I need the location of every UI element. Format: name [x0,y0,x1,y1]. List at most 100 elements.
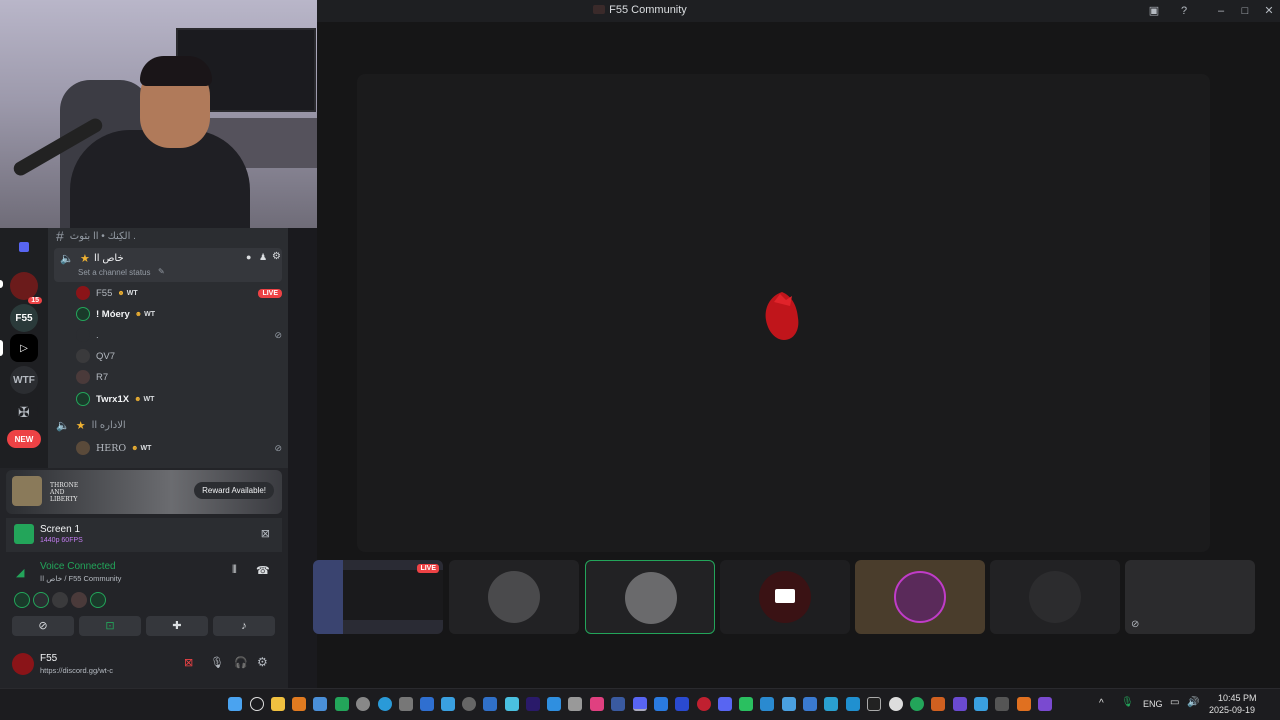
search-icon[interactable] [250,697,264,711]
app-icon[interactable] [654,697,668,711]
microphone-icon[interactable]: 🎙 [210,656,224,669]
voice-location[interactable]: خاص اا / F55 Community [40,574,121,583]
soundboard-button[interactable]: ♪ [213,616,275,636]
app-icon[interactable] [953,697,967,711]
app-icon[interactable] [356,697,370,711]
tray-mic-icon[interactable]: 🎙 [1121,697,1134,708]
disconnect-icon[interactable]: ☎ [256,564,270,577]
app-icon[interactable] [547,697,561,711]
reward-button[interactable]: Reward Available! [194,482,274,499]
voice-user[interactable]: QV7 [76,346,282,366]
close-button[interactable]: ✕ [1261,3,1277,19]
participant-tile-muted[interactable]: ⊘ [1125,560,1255,634]
app-icon[interactable] [462,697,476,711]
settings-icon[interactable]: ⚙ [272,251,281,262]
minimize-button[interactable]: – [1213,3,1229,19]
app-icon[interactable] [760,697,774,711]
start-icon[interactable] [228,697,242,711]
server-icon-f55[interactable]: F55 [10,304,38,332]
user-settings-icon[interactable]: ⚙ [257,655,268,669]
help-icon[interactable]: ? [1176,3,1192,19]
crest-server-icon[interactable]: ✠ [10,398,38,426]
app-icon[interactable] [974,697,988,711]
app-icon[interactable] [1017,697,1031,711]
camera-off-button[interactable]: ⊘ [12,616,74,636]
app-icon[interactable] [590,697,604,711]
app-icon[interactable] [782,697,796,711]
voice-user[interactable]: HERO WT ⊘ [76,438,282,458]
app-icon[interactable] [931,697,945,711]
muted-stream-icon[interactable]: ⊠ [184,656,193,669]
app-icon[interactable] [718,697,732,711]
app-icon[interactable] [399,697,413,711]
participant-tile-video[interactable] [720,560,850,634]
participant-tile[interactable] [990,560,1120,634]
voice-channel-active[interactable]: 🔈 ★ خاص اا Set a channel status ✎ ● ♟ ⚙ [54,248,282,282]
app-icon[interactable] [441,697,455,711]
channel-status[interactable]: Set a channel status [78,268,151,277]
participant-avatar[interactable] [90,592,106,608]
activity-button[interactable]: ✚ [146,616,208,636]
tray-chevron-icon[interactable]: ^ [1099,698,1104,709]
voice-user[interactable]: . ⊘ [76,325,282,345]
app-icon[interactable] [505,697,519,711]
app-icon[interactable] [335,697,349,711]
voice-user[interactable]: Twrx1X WT [76,389,282,409]
app-icon[interactable] [568,697,582,711]
stream-thumbnail-screen[interactable]: LIVE [313,560,443,634]
voice-user[interactable]: ! Móery WT [76,304,282,324]
text-channel[interactable]: # الكِنك • اا بثوث . [56,226,282,246]
participant-avatar[interactable] [33,592,49,608]
participant-tile[interactable] [855,560,985,634]
voice-status[interactable]: Voice Connected [40,561,116,572]
discord-icon[interactable] [633,697,647,711]
chat-icon[interactable]: ● [246,252,251,262]
app-icon[interactable] [292,697,306,711]
invite-icon[interactable]: ♟ [259,252,267,263]
app-icon[interactable] [867,697,881,711]
noise-suppression-icon[interactable]: ⦀ [232,564,237,577]
app-icon[interactable] [824,697,838,711]
network-icon[interactable]: ▭ [1170,697,1179,708]
inbox-icon[interactable]: ▣ [1146,3,1162,19]
server-wtf[interactable]: WTF [10,366,38,394]
participant-avatar[interactable] [14,592,30,608]
clock-date[interactable]: 2025-09-19 [1209,705,1255,715]
participant-tile[interactable] [449,560,579,634]
app-icon[interactable] [697,697,711,711]
voice-user[interactable]: F55 WT LIVE [76,283,282,303]
stop-stream-icon[interactable]: ⊠ [261,527,270,540]
participant-avatar[interactable] [71,592,87,608]
app-icon[interactable] [995,697,1009,711]
file-explorer-icon[interactable] [271,697,285,711]
share-screen-button[interactable]: ⊡ [79,616,141,636]
headphones-icon[interactable]: 🎧 [234,656,248,669]
app-icon[interactable] [803,697,817,711]
server-icon[interactable]: 15 [10,272,42,304]
maximize-button[interactable]: □ [1237,3,1253,19]
voice-channel[interactable]: 🔈 ★ الاداره اا [56,415,282,435]
premiere-icon[interactable] [526,697,540,711]
clock-time[interactable]: 10:45 PM [1218,693,1257,703]
promo-banner[interactable]: THRONE AND LIBERTY Reward Available! [6,470,282,514]
user-name[interactable]: F55 [40,653,57,664]
screen-share-card[interactable]: Screen 1 1440p 60FPS ⊠ [6,518,282,552]
edit-icon[interactable]: ✎ [158,267,165,276]
xbox-icon[interactable] [910,697,924,711]
participant-avatar[interactable] [52,592,68,608]
app-icon[interactable] [313,697,327,711]
app-icon[interactable] [1038,697,1052,711]
new-badge[interactable]: NEW [7,430,41,448]
participant-tile-speaking[interactable] [585,560,715,634]
app-icon[interactable] [420,697,434,711]
voice-user[interactable]: R7 [76,367,282,387]
volume-icon[interactable]: 🔊 [1187,697,1199,708]
app-icon[interactable] [739,697,753,711]
app-icon[interactable] [675,697,689,711]
folder-icon[interactable] [19,242,29,252]
app-icon[interactable] [846,697,860,711]
app-icon[interactable] [483,697,497,711]
edge-icon[interactable] [378,697,392,711]
app-icon[interactable] [611,697,625,711]
language-indicator[interactable]: ENG [1143,699,1163,709]
